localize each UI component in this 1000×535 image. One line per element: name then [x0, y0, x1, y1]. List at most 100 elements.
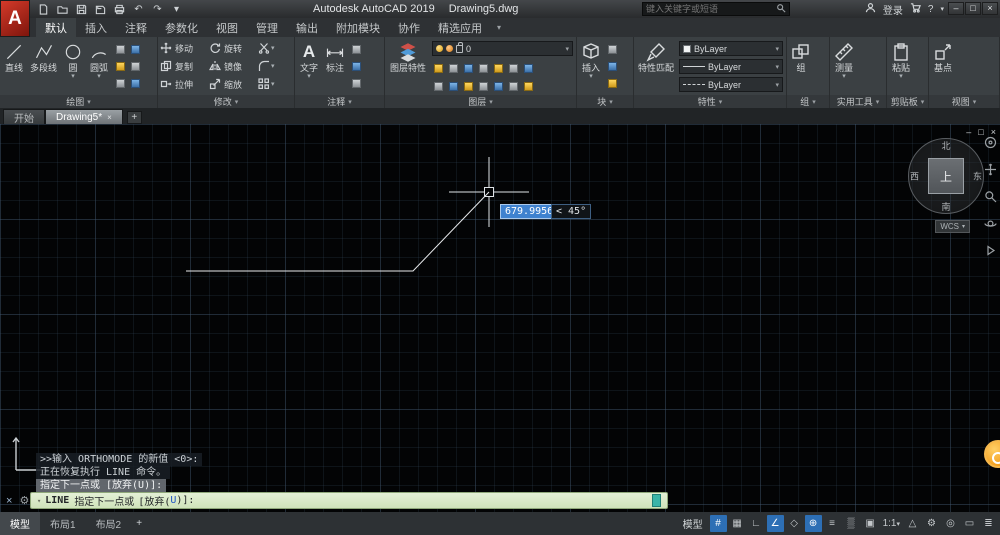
close-icon[interactable]: × [6, 495, 12, 507]
help-search-input[interactable] [646, 4, 776, 14]
annotation-monitor-toggle[interactable]: ◎ [942, 515, 959, 532]
chevron-down-icon[interactable]: ▾ [842, 73, 846, 80]
draw-polyline-button[interactable]: 多段线 [28, 39, 59, 94]
viewcube-west[interactable]: 西 [910, 170, 919, 183]
linetype-dropdown[interactable]: ByLayer ▾ [679, 77, 783, 92]
plot-icon[interactable] [112, 2, 127, 16]
recent-commands-icon[interactable]: ▾ [37, 497, 41, 505]
leader-tool-icon[interactable] [350, 44, 363, 56]
measure-button[interactable]: 测量 ▾ [832, 39, 856, 94]
app-menu-button[interactable]: A [0, 0, 30, 37]
layer-delete-tool-icon[interactable] [462, 80, 475, 92]
modify-move-button[interactable]: 移动 [160, 42, 205, 55]
save-icon[interactable] [74, 2, 89, 16]
minimize-button[interactable]: – [948, 2, 964, 15]
viewcube[interactable]: 北 南 西 东 上 [908, 138, 984, 214]
new-drawing-tab-button[interactable]: + [126, 111, 142, 124]
panel-label-view[interactable]: 视图 ▾ [929, 95, 999, 108]
object-color-dropdown[interactable]: ByLayer ▾ [679, 41, 783, 56]
layer-thaw-tool-icon[interactable] [492, 80, 505, 92]
steering-wheel-icon[interactable] [984, 136, 997, 154]
layer-prev-tool-icon[interactable] [432, 80, 445, 92]
model-space-button[interactable]: 模型 [678, 515, 708, 532]
maximize-button[interactable]: □ [965, 2, 981, 15]
layer-properties-button[interactable]: 图层特性 [387, 39, 429, 94]
command-bar-handle[interactable] [652, 494, 661, 507]
file-tab-drawing5[interactable]: Drawing5* × [45, 109, 123, 124]
ribbon-tab-default[interactable]: 默认 [36, 18, 76, 37]
modify-copy-button[interactable]: 复制 [160, 60, 205, 73]
panel-label-layers[interactable]: 图层 ▾ [385, 95, 576, 108]
table-tool-icon[interactable] [350, 61, 363, 73]
chevron-down-icon[interactable]: ▾ [307, 73, 311, 80]
modify-array-button[interactable]: ▾ [258, 78, 276, 90]
region-tool-icon[interactable] [129, 78, 142, 90]
orbit-icon[interactable] [983, 217, 997, 235]
modify-trim-button[interactable]: ▾ [258, 42, 276, 54]
layout-tab-layout1[interactable]: 布局1 [40, 512, 86, 535]
layer-isolate-tool-icon[interactable] [447, 62, 460, 74]
create-block-tool-icon[interactable] [606, 44, 619, 56]
lineweight-dropdown[interactable]: ByLayer ▾ [679, 59, 783, 74]
match-properties-button[interactable]: 特性匹配 [636, 39, 676, 94]
help-icon[interactable]: ? [928, 4, 934, 15]
panel-label-properties[interactable]: 特性 ▾ [634, 95, 786, 108]
chevron-down-icon[interactable]: ▾ [71, 73, 75, 80]
modify-stretch-button[interactable]: 拉伸 [160, 78, 205, 91]
close-icon[interactable]: × [107, 113, 112, 122]
group-button[interactable]: 组 [789, 39, 813, 94]
viewcube-top-face[interactable]: 上 [928, 158, 964, 194]
modify-mirror-button[interactable]: 镜像 [209, 60, 254, 73]
grid-display-toggle[interactable]: # [709, 515, 727, 532]
draw-circle-button[interactable]: 圆 ▾ [61, 39, 85, 94]
search-icon[interactable] [776, 0, 786, 18]
layer-freeze-tool-icon[interactable] [462, 62, 475, 74]
draw-arc-button[interactable]: 圆弧 ▾ [87, 39, 111, 94]
spline-tool-icon[interactable] [129, 61, 142, 73]
ribbon-tab-annotate[interactable]: 注释 [116, 18, 156, 37]
ribbon-options-chevron-icon[interactable]: ▾ [491, 18, 507, 37]
layout-tab-model[interactable]: 模型 [0, 512, 40, 535]
zoom-icon[interactable] [984, 190, 997, 208]
pan-icon[interactable] [984, 163, 997, 181]
drawing-canvas[interactable]: 679.9956 < 45° – □ × 北 南 西 东 上 WCS ▾ >>输… [0, 124, 1000, 512]
object-snap-toggle[interactable]: ⊕ [804, 515, 822, 532]
layer-dropdown[interactable]: 0 ▾ [432, 41, 573, 56]
lineweight-toggle[interactable]: ≡ [824, 515, 841, 532]
open-file-icon[interactable] [55, 2, 70, 16]
close-button[interactable]: × [982, 2, 998, 15]
panel-label-block[interactable]: 块 ▾ [577, 95, 633, 108]
show-motion-icon[interactable] [984, 244, 997, 262]
layer-current-tool-icon[interactable] [507, 80, 520, 92]
layer-unlock-tool-icon[interactable] [477, 80, 490, 92]
ribbon-tab-manage[interactable]: 管理 [247, 18, 287, 37]
file-tab-start[interactable]: 开始 [3, 109, 45, 125]
viewcube-north[interactable]: 北 [941, 139, 950, 152]
chevron-down-icon[interactable]: ▾ [899, 73, 903, 80]
isodraft-toggle[interactable]: ◇ [786, 515, 803, 532]
viewcube-south[interactable]: 南 [941, 200, 950, 213]
ortho-mode-toggle[interactable]: ∟ [748, 515, 765, 532]
modify-fillet-button[interactable]: ▾ [258, 60, 276, 72]
point-tool-icon[interactable] [114, 78, 127, 90]
modify-scale-button[interactable]: 缩放 [209, 78, 254, 91]
layer-merge-tool-icon[interactable] [447, 80, 460, 92]
wcs-dropdown[interactable]: WCS ▾ [935, 220, 970, 233]
ribbon-tab-insert[interactable]: 插入 [76, 18, 116, 37]
undo-icon[interactable]: ↶ [131, 2, 146, 16]
layer-copy-tool-icon[interactable] [522, 80, 535, 92]
transparency-toggle[interactable]: ▒ [843, 515, 860, 532]
minimize-icon[interactable]: – [966, 127, 971, 137]
panel-label-groups[interactable]: 组 ▾ [787, 95, 829, 108]
draw-line-button[interactable]: 直线 [2, 39, 26, 94]
ribbon-tab-addins[interactable]: 附加模块 [327, 18, 389, 37]
dimension-button[interactable]: 标注 [323, 39, 347, 94]
polar-tracking-toggle[interactable]: ∠ [766, 515, 784, 532]
hatch-tool-icon[interactable] [129, 44, 142, 56]
ribbon-tab-view[interactable]: 视图 [207, 18, 247, 37]
new-layout-button[interactable]: + [131, 518, 147, 529]
user-icon[interactable] [865, 2, 876, 16]
customization-button[interactable]: ≣ [980, 515, 997, 532]
clean-screen-button[interactable]: ▭ [961, 515, 978, 532]
workspace-switching-button[interactable]: ⚙ [923, 515, 940, 532]
